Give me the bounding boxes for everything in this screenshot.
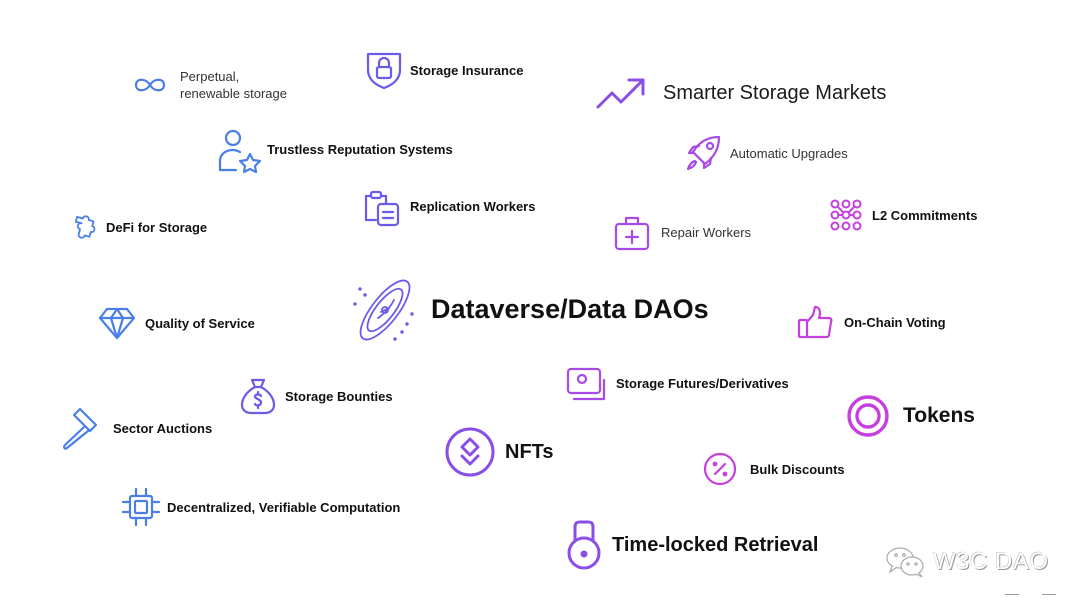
item-automatic-upgrades: Automatic Upgrades <box>685 134 848 172</box>
item-smarter-storage-markets: Smarter Storage Markets <box>596 76 886 110</box>
item-label: Decentralized, Verifiable Computation <box>167 499 401 515</box>
item-l2-commitments: L2 Commitments <box>829 198 977 232</box>
clipboard-copy-icon <box>364 190 400 227</box>
item-quality-of-service: Quality of Service <box>98 306 255 340</box>
item-label: Quality of Service <box>145 315 255 331</box>
item-label: Storage Insurance <box>410 62 524 78</box>
item-storage-insurance: Storage Insurance <box>365 50 523 90</box>
label-line-1: Perpetual, <box>180 69 240 84</box>
first-aid-kit-icon <box>614 216 650 251</box>
rocket-icon <box>686 135 721 171</box>
token-ring-icon <box>847 395 889 437</box>
item-label: Storage Futures/Derivatives <box>616 375 789 391</box>
photo-stack-icon <box>566 367 606 401</box>
infinity-icon <box>134 78 166 92</box>
item-label: DeFi for Storage <box>106 219 208 235</box>
item-label: Trustless Reputation Systems <box>267 141 453 157</box>
item-label: NFTs <box>505 440 554 463</box>
item-label: Dataverse/Data DAOs <box>431 293 709 324</box>
item-label: Perpetual, renewable storage <box>180 68 287 102</box>
divider <box>1042 594 1056 595</box>
item-label: Replication Workers <box>410 198 536 214</box>
watermark-text: W3C DAO <box>933 548 1049 575</box>
item-label: Automatic Upgrades <box>730 145 848 161</box>
shield-lock-icon <box>366 52 402 90</box>
diamond-icon <box>98 307 136 340</box>
item-bulk-discounts: Bulk Discounts <box>703 452 845 486</box>
item-time-locked-retrieval: Time-locked Retrieval <box>566 519 818 571</box>
item-label: Repair Workers <box>661 224 752 240</box>
item-nfts: NFTs <box>444 426 554 478</box>
item-label: L2 Commitments <box>872 207 978 223</box>
cpu-chip-icon <box>121 487 161 527</box>
item-label: Storage Bounties <box>285 388 393 404</box>
item-label: Time-locked Retrieval <box>612 533 819 556</box>
item-verifiable-computation: Decentralized, Verifiable Computation <box>120 486 400 528</box>
gavel-icon <box>63 407 98 450</box>
item-label: On-Chain Voting <box>844 314 946 330</box>
thumbs-up-icon <box>797 305 833 339</box>
label-line-2: renewable storage <box>180 86 287 101</box>
kettlebell-lock-icon <box>567 520 601 570</box>
item-sector-auctions: Sector Auctions <box>60 405 212 451</box>
item-dataverse-data-daos: Dataverse/Data DAOs <box>350 274 709 346</box>
item-repair-workers: Repair Workers <box>614 214 751 252</box>
watermark: W3C DAO <box>885 545 1049 579</box>
percent-badge-icon <box>703 452 737 486</box>
divider <box>1005 594 1019 595</box>
item-label: Bulk Discounts <box>750 461 845 477</box>
user-star-icon <box>218 129 262 174</box>
item-label: Sector Auctions <box>113 420 213 436</box>
item-defi-for-storage: DeFi for Storage <box>70 212 207 242</box>
item-storage-bounties: Storage Bounties <box>240 377 393 415</box>
trending-up-icon <box>596 78 645 109</box>
galaxy-icon <box>353 279 414 341</box>
item-replication-workers: Replication Workers <box>363 190 535 228</box>
item-label: Tokens <box>903 404 975 427</box>
item-on-chain-voting: On-Chain Voting <box>797 305 946 339</box>
wechat-icon <box>886 547 924 578</box>
node-grid-icon <box>830 199 862 231</box>
money-bag-icon <box>240 378 276 415</box>
nft-layers-icon <box>445 427 495 477</box>
item-perpetual-storage: Perpetual, renewable storage <box>132 68 287 102</box>
item-tokens: Tokens <box>846 394 975 438</box>
item-label: Smarter Storage Markets <box>663 81 887 104</box>
item-trustless-reputation: Trustless Reputation Systems <box>218 128 453 174</box>
puzzle-icon <box>74 215 96 239</box>
item-storage-futures: Storage Futures/Derivatives <box>566 366 789 402</box>
